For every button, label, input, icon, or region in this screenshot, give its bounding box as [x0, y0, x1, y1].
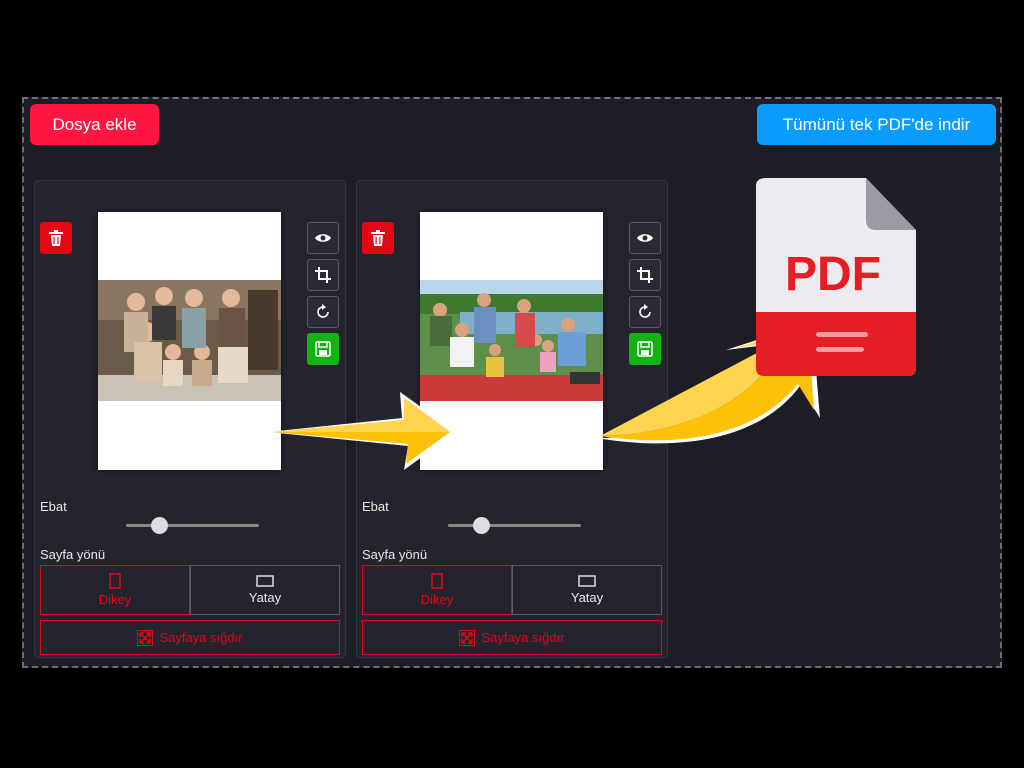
trash-icon	[49, 230, 63, 246]
eye-icon	[637, 234, 653, 242]
rotate-icon	[317, 304, 329, 318]
fit-label: Sayfaya sığdır	[159, 630, 243, 645]
portrait-icon	[109, 573, 121, 589]
expand-icon	[137, 629, 154, 646]
portrait-button[interactable]: Dikey	[362, 565, 512, 615]
landscape-icon	[578, 575, 596, 587]
family-photo	[98, 280, 281, 401]
delete-button[interactable]	[362, 222, 394, 254]
preview-button[interactable]	[307, 222, 339, 254]
crop-button[interactable]	[307, 259, 339, 291]
rotate-button[interactable]	[307, 296, 339, 328]
landscape-button[interactable]: Yatay	[512, 565, 662, 615]
picnic-photo	[420, 280, 603, 401]
trash-icon	[371, 230, 385, 246]
rotate-button[interactable]	[629, 296, 661, 328]
size-label: Ebat	[40, 499, 67, 514]
landscape-label: Yatay	[570, 590, 604, 605]
crop-icon	[315, 267, 331, 283]
save-icon	[637, 341, 653, 357]
size-slider-handle[interactable]	[150, 517, 168, 534]
size-slider-track[interactable]	[126, 524, 259, 527]
delete-button[interactable]	[40, 222, 72, 254]
portrait-icon	[431, 573, 443, 589]
image-card-2: Ebat Sayfa yönü Dikey Yatay Sayfaya sığd…	[356, 180, 668, 658]
crop-icon	[637, 267, 653, 283]
eye-icon	[315, 234, 331, 242]
fit-label: Sayfaya sığdır	[481, 630, 565, 645]
preview-button[interactable]	[629, 222, 661, 254]
fit-to-page-button[interactable]: Sayfaya sığdır	[40, 620, 340, 655]
page-preview	[98, 212, 281, 470]
orientation-label: Sayfa yönü	[40, 547, 106, 562]
portrait-button[interactable]: Dikey	[40, 565, 190, 615]
fit-to-page-button[interactable]: Sayfaya sığdır	[362, 620, 662, 655]
page-preview	[420, 212, 603, 470]
size-slider-track[interactable]	[448, 524, 581, 527]
expand-icon	[459, 629, 476, 646]
crop-button[interactable]	[629, 259, 661, 291]
rotate-icon	[639, 304, 651, 318]
portrait-label: Dikey	[98, 592, 132, 607]
portrait-label: Dikey	[420, 592, 454, 607]
size-slider-handle[interactable]	[472, 517, 490, 534]
save-button[interactable]	[307, 333, 339, 365]
orientation-label: Sayfa yönü	[362, 547, 428, 562]
landscape-icon	[256, 575, 274, 587]
image-card-1: Ebat Sayfa yönü Dikey Yatay Sayfaya sığd…	[34, 180, 346, 658]
add-file-button[interactable]: Dosya ekle	[30, 104, 159, 145]
upload-area[interactable]: Dosya ekle Tümünü tek PDF'de indir Ebat …	[22, 97, 1002, 668]
landscape-button[interactable]: Yatay	[190, 565, 340, 615]
size-label: Ebat	[362, 499, 389, 514]
download-all-pdf-button[interactable]: Tümünü tek PDF'de indir	[757, 104, 996, 145]
save-button[interactable]	[629, 333, 661, 365]
landscape-label: Yatay	[248, 590, 282, 605]
save-icon	[315, 341, 331, 357]
